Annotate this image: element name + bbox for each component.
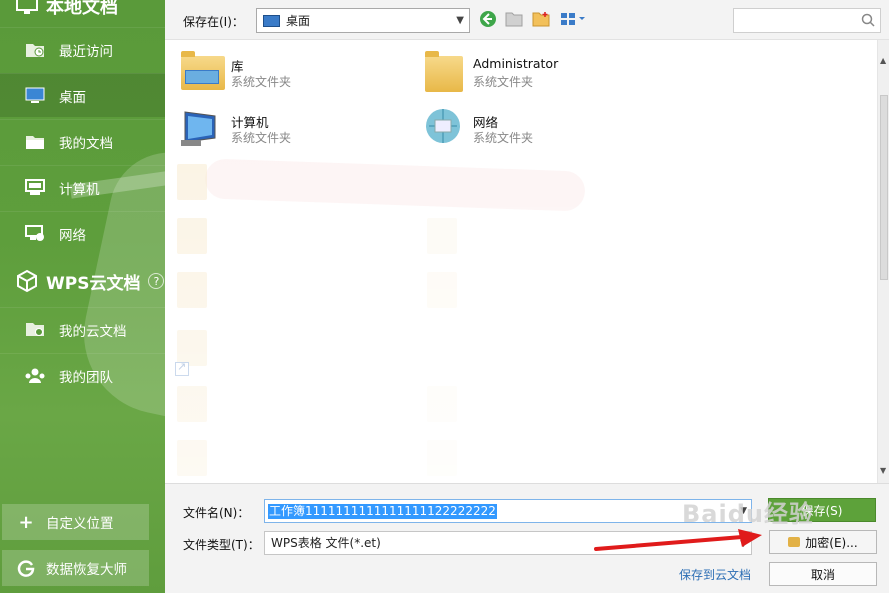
user-folder-icon [419, 48, 467, 92]
sidebar-item-desktop[interactable]: 桌面 [0, 73, 165, 117]
view-menu-icon[interactable] [560, 9, 586, 29]
computer-icon [24, 179, 46, 197]
cloud-folder-icon [24, 321, 46, 339]
watermark: Baidu经验 [682, 500, 814, 528]
location-select[interactable]: 桌面 ▼ [256, 8, 470, 33]
desktop-icon [24, 87, 46, 105]
plus-icon: + [18, 511, 34, 533]
sidebar-item-label: 我的团队 [59, 369, 113, 386]
up-folder-icon[interactable] [504, 9, 524, 29]
cancel-button[interactable]: 取消 [769, 562, 877, 586]
sidebar-item-computer[interactable]: 计算机 [0, 165, 165, 209]
local-docs-title: 本地文档 [46, 0, 118, 18]
custom-location-button[interactable]: + 自定义位置 [2, 504, 149, 540]
encrypt-label: 加密(E)... [805, 535, 858, 550]
data-recovery-button[interactable]: 数据恢复大师 [2, 550, 149, 586]
annotation-arrow [594, 529, 762, 551]
cube-icon [14, 269, 40, 293]
sidebar-item-my-cloud-docs[interactable]: 我的云文档 [0, 307, 165, 351]
file-list: 库 系统文件夹 Administrator 系统文件夹 计算机 系统文件夹 网络… [165, 40, 877, 483]
file-item-library[interactable]: 库 系统文件夹 [171, 44, 411, 100]
filename-label: 文件名(N)： [183, 506, 250, 520]
encrypt-button[interactable]: 加密(E)... [769, 530, 877, 554]
location-value: 桌面 [286, 14, 311, 28]
file-type: 系统文件夹 [231, 131, 292, 145]
vertical-scrollbar[interactable]: ▲ ▼ [877, 40, 889, 483]
search-box[interactable] [733, 8, 881, 33]
filename-value: 工作簿1111111111111111122222222 [268, 504, 497, 519]
file-name: Administrator [473, 56, 559, 71]
sidebar-item-network[interactable]: 网络 [0, 211, 165, 255]
team-icon [24, 367, 46, 385]
back-icon[interactable] [478, 9, 498, 29]
sidebar: 本地文档 最近访问 桌面 我的文档 计算机 网络 WPS云文档 ? 我的云文档 … [0, 0, 165, 593]
scrollbar-thumb[interactable] [880, 95, 888, 280]
library-icon [177, 48, 225, 92]
scroll-down-icon[interactable]: ▼ [880, 466, 886, 475]
file-item-computer[interactable]: 计算机 系统文件夹 [171, 100, 411, 156]
obscured-overlay [165, 158, 877, 483]
recent-folder-icon [24, 41, 46, 59]
monitor-icon [14, 0, 40, 17]
cloud-docs-title: WPS云文档 [46, 273, 141, 294]
search-icon[interactable] [861, 13, 875, 31]
filetype-value: WPS表格 文件(*.et) [271, 536, 381, 550]
file-type: 系统文件夹 [473, 75, 534, 89]
sidebar-item-my-team[interactable]: 我的团队 [0, 353, 165, 397]
save-in-label: 保存在(I)： [183, 15, 244, 29]
file-type: 系统文件夹 [231, 75, 292, 89]
custom-location-label: 自定义位置 [46, 516, 114, 532]
save-to-cloud-link[interactable]: 保存到云文档 [679, 566, 751, 583]
network-icon [24, 225, 46, 243]
search-input[interactable] [734, 9, 854, 31]
recovery-g-icon [16, 559, 36, 577]
data-recovery-label: 数据恢复大师 [46, 562, 127, 578]
filename-input[interactable]: 工作簿1111111111111111122222222 ▼ [264, 499, 752, 523]
filetype-label: 文件类型(T)： [183, 538, 260, 552]
file-type: 系统文件夹 [473, 131, 534, 145]
sidebar-item-label: 计算机 [59, 181, 100, 198]
scroll-up-icon[interactable]: ▲ [880, 56, 886, 65]
lock-icon [788, 537, 801, 547]
sidebar-item-label: 桌面 [59, 89, 86, 106]
cloud-docs-header: WPS云文档 ? [0, 259, 165, 303]
sidebar-item-label: 网络 [59, 227, 86, 244]
sidebar-item-my-documents[interactable]: 我的文档 [0, 119, 165, 163]
chevron-down-icon: ▼ [456, 15, 464, 26]
file-item-administrator[interactable]: Administrator 系统文件夹 [413, 44, 653, 100]
computer-icon [177, 104, 225, 148]
new-folder-icon[interactable] [531, 9, 551, 29]
sidebar-item-label: 我的云文档 [59, 323, 127, 340]
sidebar-item-label: 我的文档 [59, 135, 113, 152]
local-docs-header: 本地文档 [0, 0, 165, 28]
desktop-icon [263, 14, 280, 27]
help-icon[interactable]: ? [148, 273, 165, 289]
folder-icon [24, 133, 46, 151]
sidebar-item-label: 最近访问 [59, 43, 113, 60]
file-item-network[interactable]: 网络 系统文件夹 [413, 100, 653, 156]
sidebar-item-recent[interactable]: 最近访问 [0, 27, 165, 71]
network-icon [419, 104, 467, 148]
